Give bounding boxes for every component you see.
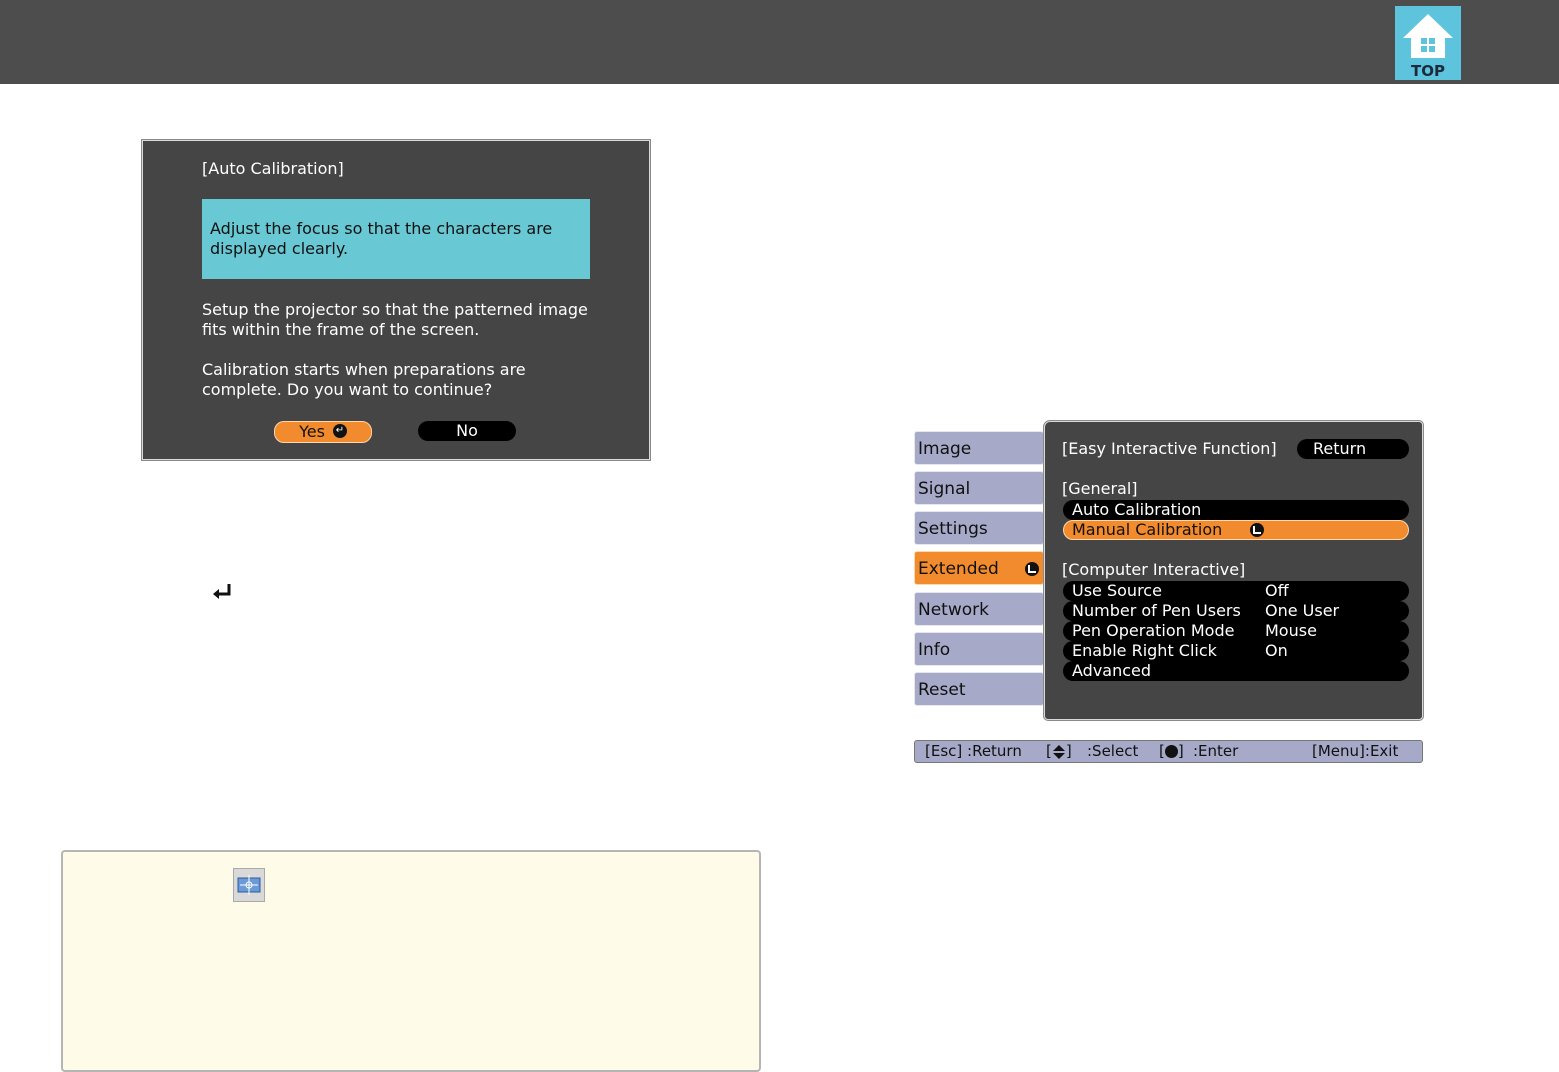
home-icon [1403,14,1453,58]
calibration-icon [233,868,265,902]
menu-item-advanced[interactable]: Advanced [1063,661,1409,681]
menu-item-label: Enable Right Click [1072,641,1217,660]
menu-item-number-of-pen-users[interactable]: Number of Pen Users One User [1063,601,1409,621]
help-exit: [Menu]:Exit [1312,742,1399,760]
help-select: :Select [1087,742,1139,760]
enter-icon [1025,562,1039,576]
yes-button[interactable]: Yes ↵ [274,421,372,443]
tab-reset[interactable]: Reset [914,672,1044,706]
tab-network[interactable]: Network [914,592,1044,626]
help-esc: [Esc] :Return [925,742,1022,760]
tab-label: Image [918,439,972,459]
top-label: TOP [1411,62,1445,80]
menu-item-value: One User [1265,601,1340,620]
no-button[interactable]: No [418,421,516,441]
menu-item-label: Number of Pen Users [1072,601,1241,620]
menu-item-label: Pen Operation Mode [1072,621,1235,640]
enter-icon [1250,523,1264,537]
help-bar: [Esc] :Return [] :Select [] :Enter [Menu… [914,740,1423,763]
menu-item-enable-right-click[interactable]: Enable Right Click On [1063,641,1409,661]
tab-label: Reset [918,680,966,700]
tab-info[interactable]: Info [914,632,1044,666]
help-select-keys: [] [1046,742,1072,760]
up-down-arrow-icon [1052,744,1065,759]
tab-extended[interactable]: Extended [914,551,1044,585]
section-general: [General] [1062,479,1138,498]
tab-label: Settings [918,519,988,539]
tab-label: Extended [918,559,999,579]
menu-item-manual-calibration[interactable]: Manual Calibration [1063,520,1409,540]
panel-title: [Easy Interactive Function] [1062,439,1277,458]
menu-item-value: Off [1265,581,1289,600]
menu-item-value: On [1265,641,1288,660]
focus-instruction-box: Adjust the focus so that the characters … [202,199,590,279]
focus-instruction-text: Adjust the focus so that the characters … [210,219,553,258]
help-enter: :Enter [1193,742,1239,760]
tab-image[interactable]: Image [914,431,1044,465]
header-bar: TOP [0,0,1559,84]
auto-calibration-dialog: [Auto Calibration] Adjust the focus so t… [142,140,650,460]
menu-item-label: Auto Calibration [1072,500,1202,519]
easy-interactive-panel: [Easy Interactive Function] Return [Gene… [1044,421,1423,720]
menu-item-label: Advanced [1072,661,1152,680]
help-enter-keys: [] [1159,742,1184,760]
dialog-title: [Auto Calibration] [202,159,344,178]
menu-item-auto-calibration[interactable]: Auto Calibration [1063,500,1409,520]
menu-item-label: Use Source [1072,581,1162,600]
menu-item-pen-operation-mode[interactable]: Pen Operation Mode Mouse [1063,621,1409,641]
tab-label: Info [918,640,951,660]
tab-label: Network [918,600,989,620]
no-label: No [456,421,478,440]
menu-item-label: Manual Calibration [1072,520,1223,539]
tab-label: Signal [918,479,971,499]
enter-icon [1164,745,1178,758]
tab-signal[interactable]: Signal [914,471,1044,505]
return-label: Return [1313,439,1367,458]
enter-key-icon [213,584,231,599]
continue-question-text: Calibration starts when preparations are… [202,360,526,399]
enter-icon: ↵ [332,423,347,438]
section-computer-interactive: [Computer Interactive] [1062,560,1246,579]
menu-item-use-source[interactable]: Use Source Off [1063,581,1409,601]
setup-instruction-text: Setup the projector so that the patterne… [202,300,588,339]
return-button[interactable]: Return [1297,439,1409,459]
note-box [61,850,761,1072]
yes-label: Yes [299,422,325,441]
menu-item-value: Mouse [1265,621,1317,640]
top-button[interactable]: TOP [1395,6,1461,80]
tab-settings[interactable]: Settings [914,511,1044,545]
